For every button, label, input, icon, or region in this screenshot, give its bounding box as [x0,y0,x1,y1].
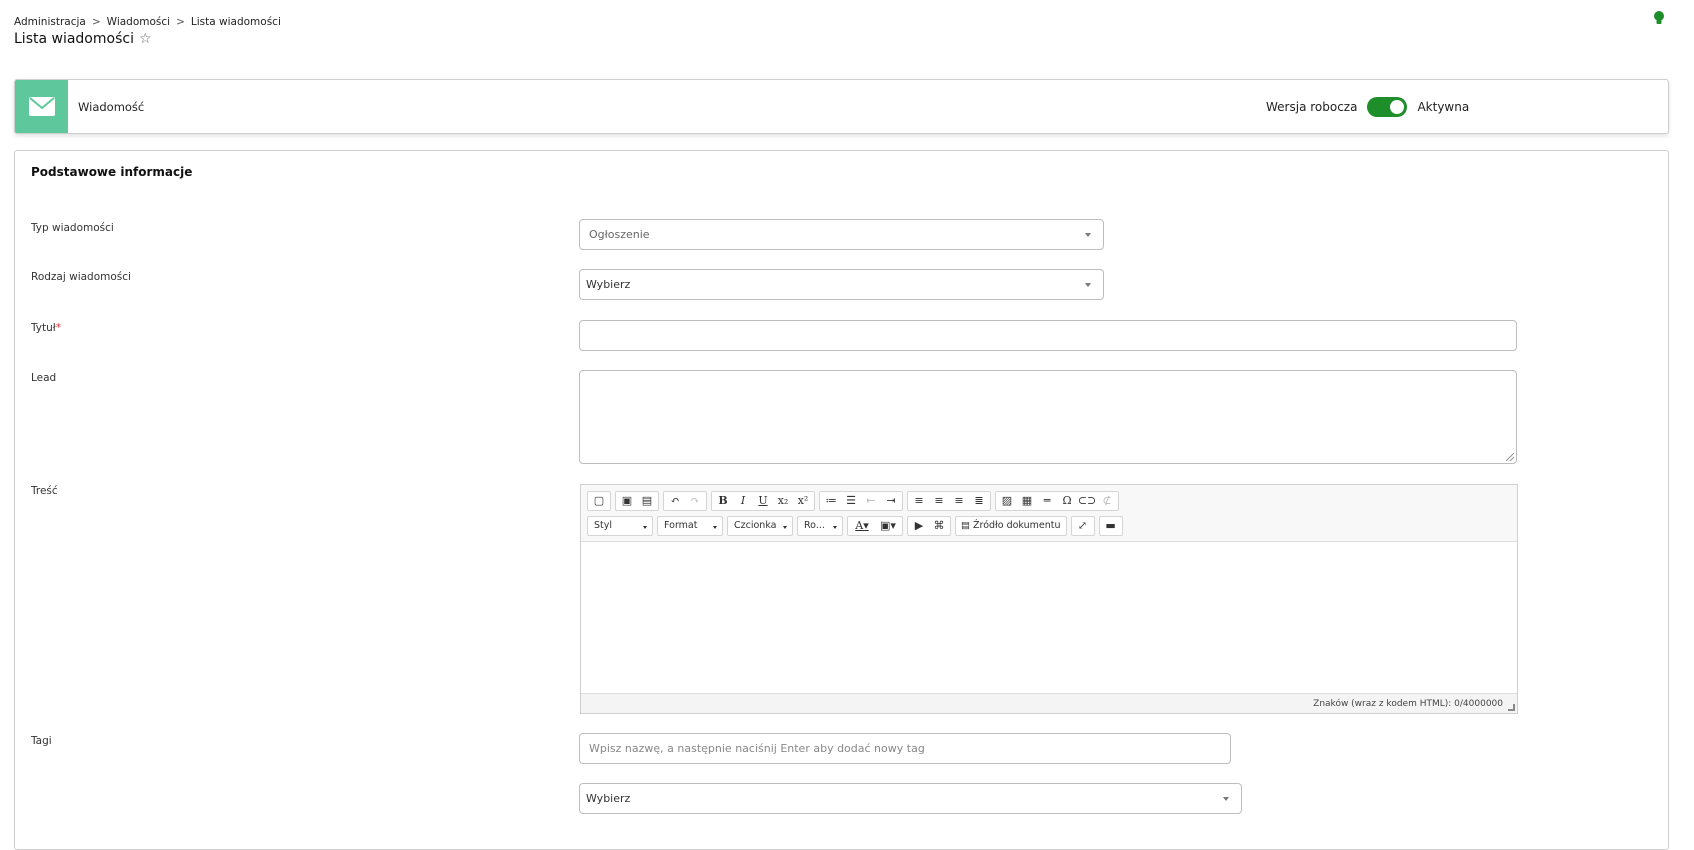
new-page-icon[interactable]: ▢ [589,492,609,510]
image-icon[interactable]: ▨ [997,492,1017,510]
resize-grip-icon[interactable] [1508,704,1515,711]
editor-footer: Znaków (wraz z kodem HTML): 0/4000000 [581,693,1517,713]
code-snippet-icon[interactable]: ⌘ [929,517,949,535]
breadcrumb-item-lista[interactable]: Lista wiadomości [191,16,281,28]
align-justify-icon[interactable]: ≣ [969,492,989,510]
breadcrumb-separator: > [176,16,185,28]
status-toggle[interactable] [1367,96,1408,117]
lead-textarea[interactable] [579,370,1517,464]
format-combo-label: Format [664,520,698,531]
tags-select[interactable]: Wybierz [579,783,1242,814]
chevron-down-icon [833,525,837,529]
text-color-icon[interactable]: A▾ [849,517,875,535]
page-title: Lista wiadomości ☆ [14,31,152,47]
font-combo-label: Czcionka [734,520,777,531]
style-combo[interactable]: Styl [587,515,653,536]
editor-content-area[interactable] [581,542,1517,693]
section-title: Podstawowe informacje [31,165,193,179]
status-switch-group: Wersja robocza Aktywna [1266,80,1469,133]
chevron-down-icon [1085,232,1091,237]
special-char-icon[interactable]: Ω [1057,492,1077,510]
chevron-down-icon [713,525,717,529]
source-icon: ▤ [961,520,970,531]
kind-select-value: Wybierz [586,278,631,291]
paste-icon[interactable]: ▣ [617,492,637,510]
required-marker: * [55,322,61,334]
editor-toolbar: ▢ ▣ ▤ ↶ ↷ B I U x₂ x² ≔ ☰ ⇤ ⇥ ≡ ≡ ≡ ≣ ▨ … [581,485,1517,542]
chevron-down-icon [1085,282,1091,287]
align-right-icon[interactable]: ≡ [949,492,969,510]
rich-text-editor: ▢ ▣ ▤ ↶ ↷ B I U x₂ x² ≔ ☰ ⇤ ⇥ ≡ ≡ ≡ ≣ ▨ … [580,484,1518,714]
undo-icon[interactable]: ↶ [665,492,685,510]
numbered-list-icon[interactable]: ≔ [821,492,841,510]
kind-select[interactable]: Wybierz [579,269,1104,300]
show-blocks-icon[interactable]: ▬ [1101,517,1121,535]
superscript-icon[interactable]: x² [793,492,813,510]
chevron-down-icon [1223,796,1229,801]
kind-label: Rodzaj wiadomości [31,271,131,283]
font-combo[interactable]: Czcionka [727,515,793,536]
title-input[interactable] [579,320,1517,351]
star-icon[interactable]: ☆ [139,32,152,46]
style-combo-label: Styl [594,520,613,531]
chevron-down-icon [783,525,787,529]
unlink-icon[interactable]: ⊄ [1097,492,1117,510]
tags-select-value: Wybierz [586,792,631,805]
message-header-card: Wiadomość Wersja robocza Aktywna [14,79,1669,134]
breadcrumb-item-wiadomosci[interactable]: Wiadomości [107,16,170,28]
title-label-text: Tytuł [31,322,56,334]
type-select-value: Ogłoszenie [589,228,650,241]
bold-icon[interactable]: B [713,492,733,510]
lead-label: Lead [31,372,57,384]
horizontal-line-icon[interactable]: ═ [1037,492,1057,510]
lightbulb-icon[interactable] [1652,10,1666,26]
header-title: Wiadomość [78,99,145,114]
align-left-icon[interactable]: ≡ [909,492,929,510]
type-label: Typ wiadomości [31,222,114,234]
underline-icon[interactable]: U [753,492,773,510]
breadcrumb-separator: > [91,16,101,28]
mail-tile [15,80,68,133]
paste-word-icon[interactable]: ▤ [637,492,657,510]
char-counter: Znaków (wraz z kodem HTML): 0/4000000 [1313,698,1503,709]
title-label: Tytuł* [31,322,61,334]
table-icon[interactable]: ▦ [1017,492,1037,510]
subscript-icon[interactable]: x₂ [773,492,793,510]
align-center-icon[interactable]: ≡ [929,492,949,510]
bg-color-icon[interactable]: ▣▾ [875,517,901,535]
status-draft-label: Wersja robocza [1266,99,1358,114]
resize-grip-icon[interactable] [1506,453,1514,461]
outdent-icon[interactable]: ⇤ [861,492,881,510]
content-label: Treść [31,485,58,497]
breadcrumb-item-administracja[interactable]: Administracja [14,16,86,28]
size-combo-label: Ro... [804,520,825,531]
bulleted-list-icon[interactable]: ☰ [841,492,861,510]
size-combo[interactable]: Ro... [797,515,843,536]
page-title-text: Lista wiadomości [14,31,134,47]
redo-icon[interactable]: ↷ [685,492,705,510]
source-button-label: Źródło dokumentu [972,520,1061,531]
indent-icon[interactable]: ⇥ [881,492,901,510]
breadcrumb: Administracja > Wiadomości > Lista wiado… [14,16,281,28]
status-active-label: Aktywna [1417,99,1470,114]
italic-icon[interactable]: I [733,492,753,510]
source-button[interactable]: ▤ Źródło dokumentu [955,515,1067,536]
chevron-down-icon [643,525,647,529]
format-combo[interactable]: Format [657,515,723,536]
link-icon[interactable]: ⊂⊃ [1077,492,1097,510]
tags-label: Tagi [31,735,52,747]
type-select[interactable]: Ogłoszenie [579,219,1104,250]
youtube-icon[interactable]: ▶ [909,517,929,535]
tags-input[interactable]: Wpisz nazwę, a następnie naciśnij Enter … [579,733,1231,764]
envelope-icon [28,97,55,116]
maximize-icon[interactable]: ⤢ [1073,517,1093,535]
